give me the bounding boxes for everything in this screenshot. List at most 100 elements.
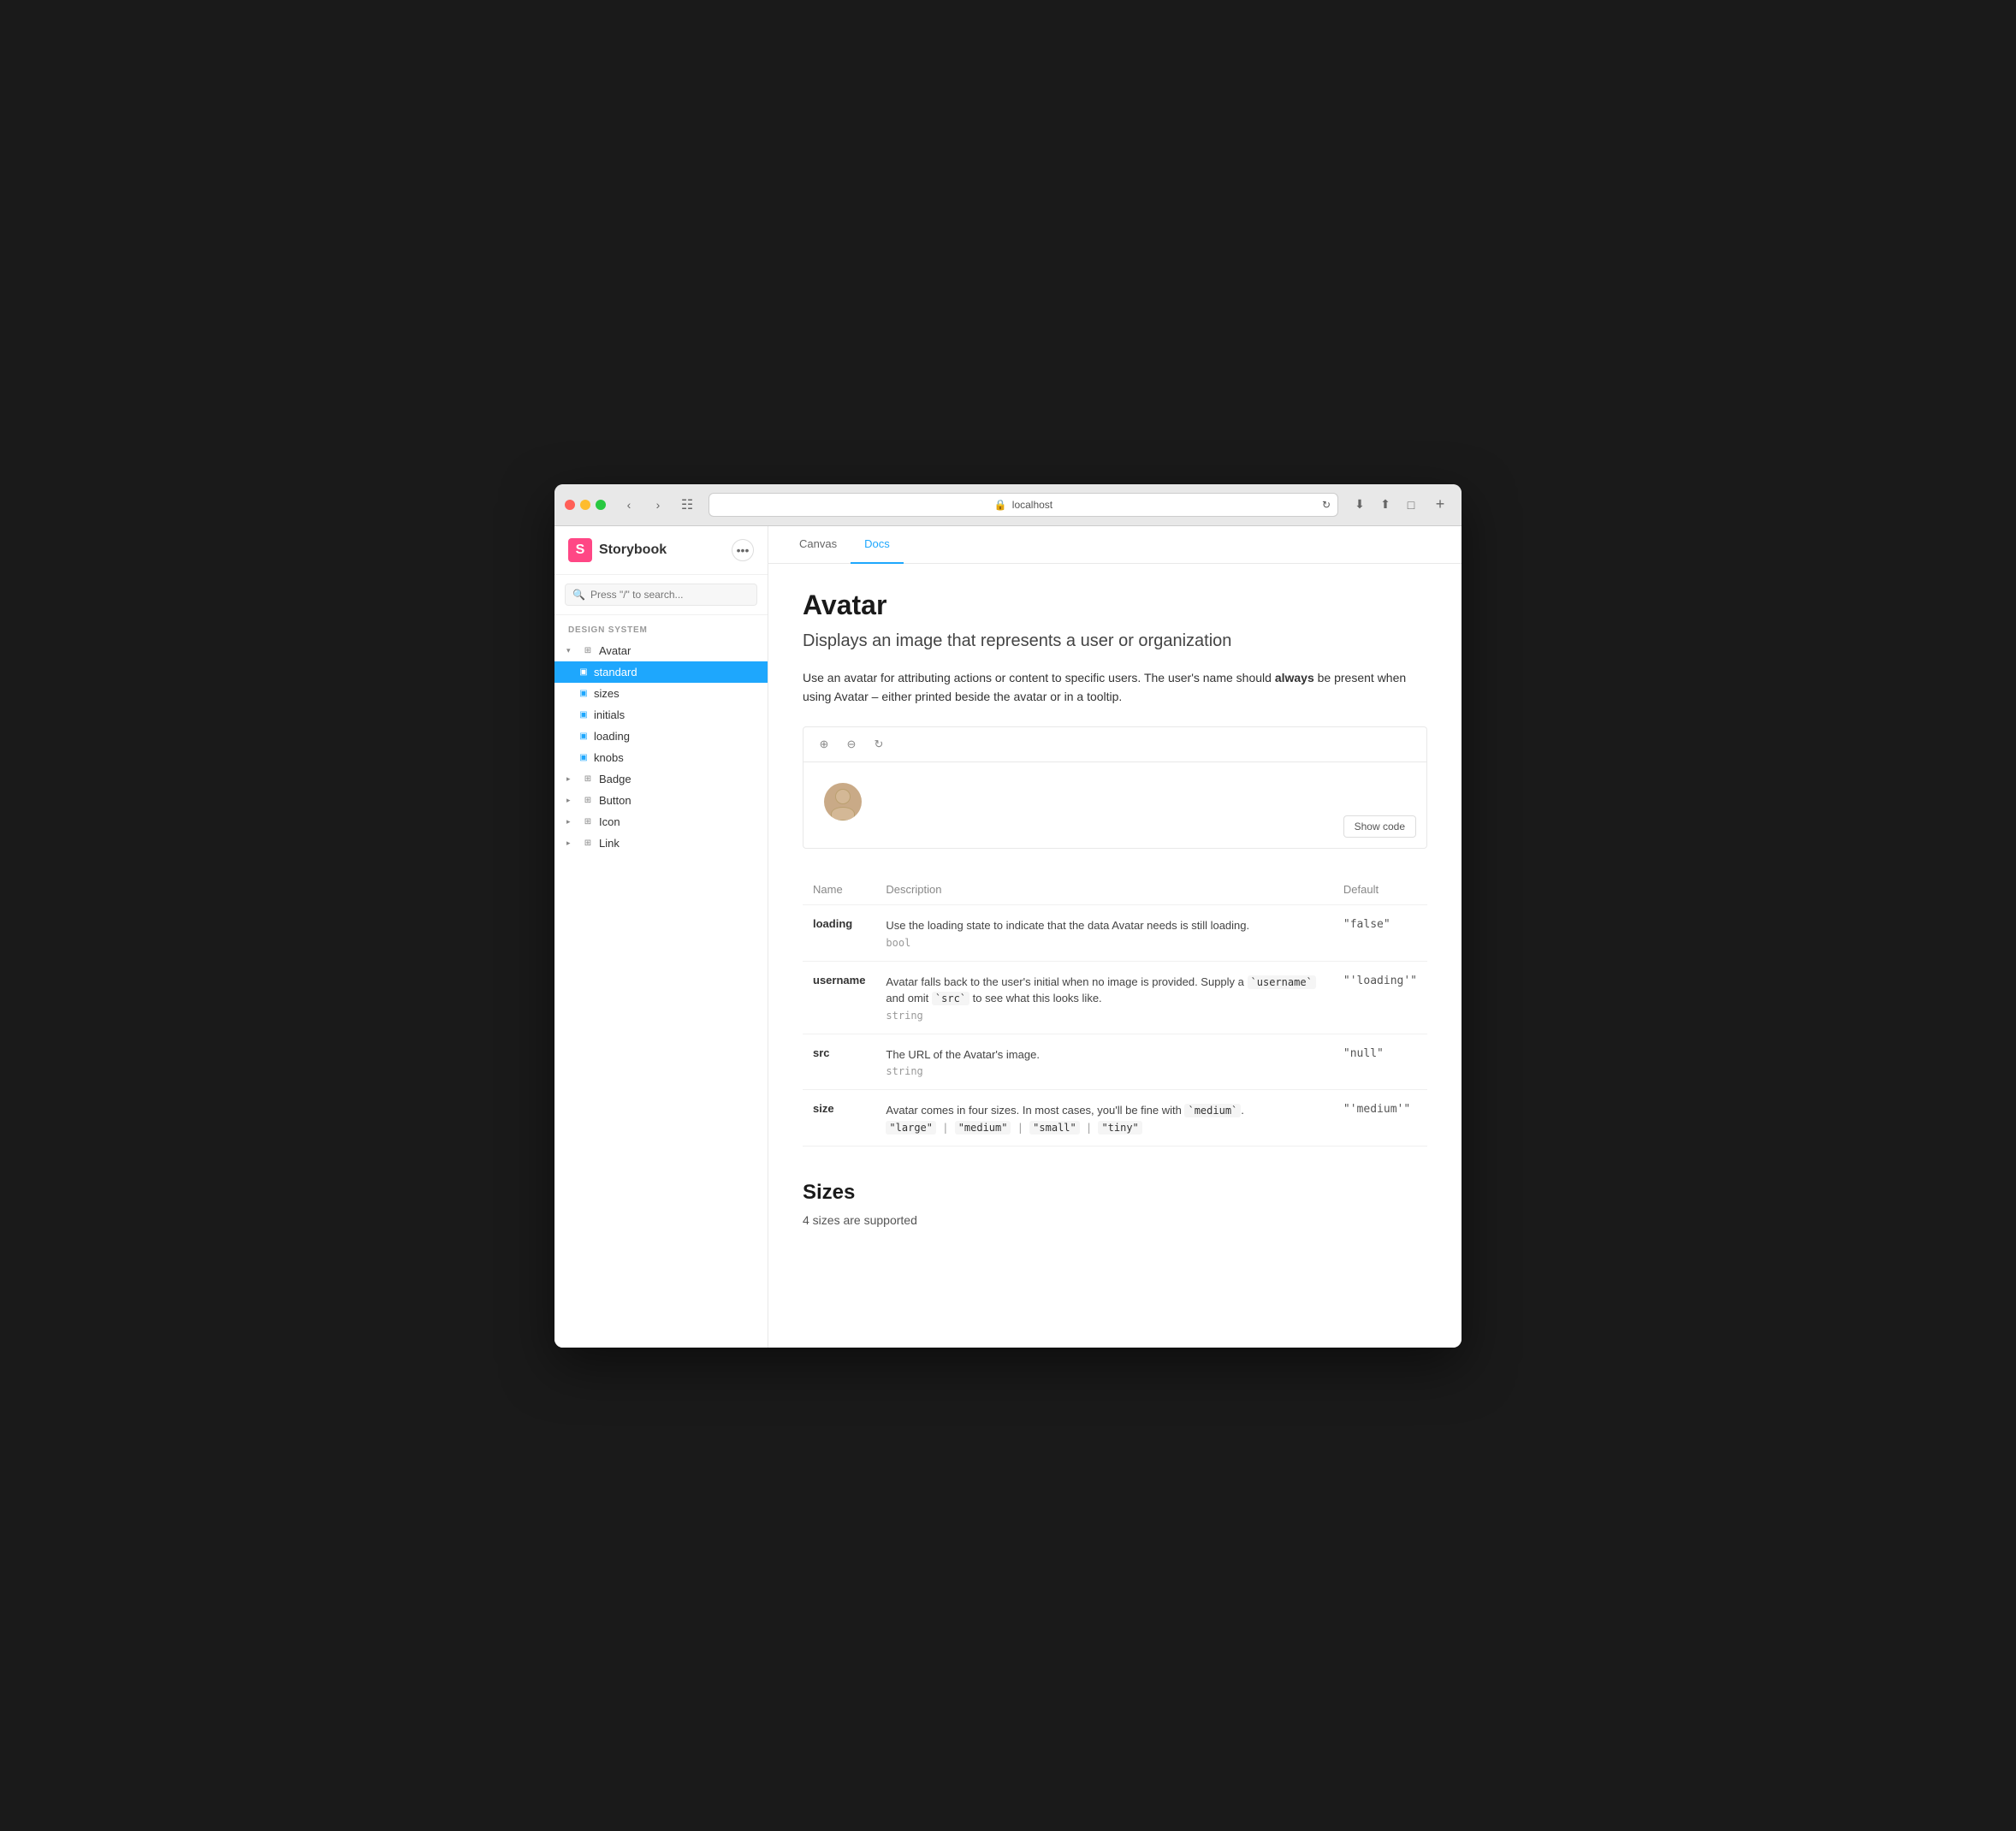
component-icon: ⊞ — [582, 774, 594, 784]
story-icon: ▣ — [578, 688, 589, 698]
prop-name: size — [813, 1102, 834, 1115]
prop-default: "null" — [1343, 1047, 1384, 1060]
col-name-header: Name — [803, 874, 875, 905]
col-default-header: Default — [1333, 874, 1427, 905]
prop-type: string — [886, 1065, 1322, 1077]
component-icon: ⊞ — [582, 646, 594, 655]
sidebar-toggle-button[interactable]: ☷ — [676, 494, 698, 516]
tab-canvas[interactable]: Canvas — [786, 526, 851, 564]
chevron-right-icon: ▸ — [566, 774, 577, 784]
table-row: username Avatar falls back to the user's… — [803, 961, 1427, 1034]
prop-description: Avatar falls back to the user's initial … — [886, 974, 1322, 1007]
logo-area: S Storybook — [568, 538, 667, 562]
search-icon: 🔍 — [572, 589, 585, 601]
component-icon: ⊞ — [582, 817, 594, 827]
add-tab-button[interactable]: + — [1429, 494, 1451, 516]
prop-type: bool — [886, 937, 1322, 949]
sidebar-header: S Storybook ••• — [554, 526, 768, 575]
zoom-in-button[interactable]: ⊕ — [814, 734, 834, 755]
description-bold: always — [1275, 671, 1314, 684]
share-button[interactable]: ⬆ — [1374, 494, 1396, 516]
prop-description: The URL of the Avatar's image. — [886, 1046, 1322, 1064]
docs-content: Avatar Displays an image that represents… — [768, 564, 1462, 1348]
avatar-head — [835, 789, 851, 804]
sidebar-item-label: sizes — [594, 687, 620, 700]
maximize-button[interactable] — [596, 500, 606, 510]
search-input[interactable] — [590, 589, 750, 601]
sidebar-item-link[interactable]: ▸ ⊞ Link — [554, 833, 768, 854]
sidebar-item-avatar[interactable]: ▾ ⊞ Avatar — [554, 640, 768, 661]
prop-name: src — [813, 1046, 830, 1059]
search-bar: 🔍 — [554, 575, 768, 615]
chevron-down-icon: ▾ — [566, 646, 577, 655]
prop-default: "'medium'" — [1343, 1103, 1410, 1116]
browser-actions: ⬇ ⬆ □ — [1349, 494, 1422, 516]
prop-name: loading — [813, 917, 852, 930]
sidebar-item-avatar-initials[interactable]: ▣ initials — [554, 704, 768, 726]
forward-button[interactable]: › — [647, 494, 669, 516]
sidebar-item-label: Badge — [599, 773, 631, 785]
sidebar-item-avatar-loading[interactable]: ▣ loading — [554, 726, 768, 747]
new-tab-button[interactable]: □ — [1400, 494, 1422, 516]
description-text-1: Use an avatar for attributing actions or… — [803, 671, 1275, 684]
story-preview: ⊕ ⊖ ↻ Show code — [803, 726, 1427, 849]
more-options-button[interactable]: ••• — [732, 539, 754, 561]
sidebar-item-label: Link — [599, 837, 620, 850]
story-icon: ▣ — [578, 709, 589, 720]
component-description: Use an avatar for attributing actions or… — [803, 668, 1427, 707]
url-bar: 🔒 localhost ↻ — [709, 493, 1338, 517]
chevron-right-icon: ▸ — [566, 817, 577, 827]
sidebar-item-button[interactable]: ▸ ⊞ Button — [554, 790, 768, 811]
close-button[interactable] — [565, 500, 575, 510]
sidebar-item-avatar-knobs[interactable]: ▣ knobs — [554, 747, 768, 768]
traffic-lights — [565, 500, 606, 510]
story-canvas: Show code — [803, 762, 1426, 848]
sidebar-item-label: loading — [594, 730, 630, 743]
search-input-wrap: 🔍 — [565, 584, 757, 606]
nav-section-label: DESIGN SYSTEM — [554, 615, 768, 640]
component-icon: ⊞ — [582, 838, 594, 848]
lock-icon: 🔒 — [994, 499, 1007, 511]
sidebar-item-label: initials — [594, 708, 625, 721]
story-toolbar: ⊕ ⊖ ↻ — [803, 727, 1426, 762]
browser-chrome: ‹ › ☷ 🔒 localhost ↻ ⬇ ⬆ □ + — [554, 484, 1462, 526]
tab-canvas-label: Canvas — [799, 537, 837, 550]
main-content: Canvas Docs Avatar Displays an image tha… — [768, 526, 1462, 1348]
col-description-header: Description — [875, 874, 1332, 905]
story-icon: ▣ — [578, 731, 589, 741]
component-icon: ⊞ — [582, 796, 594, 805]
table-row: loading Use the loading state to indicat… — [803, 905, 1427, 962]
zoom-out-button[interactable]: ⊖ — [841, 734, 862, 755]
sidebar-item-label: Avatar — [599, 644, 631, 657]
sidebar-item-avatar-standard[interactable]: ▣ standard — [554, 661, 768, 683]
tab-docs[interactable]: Docs — [851, 526, 904, 564]
component-title: Avatar — [803, 590, 1427, 621]
sizes-section-title: Sizes — [803, 1181, 1427, 1205]
reload-button[interactable]: ↻ — [1322, 499, 1331, 511]
props-table: Name Description Default loading Use the… — [803, 874, 1427, 1147]
chevron-right-icon: ▸ — [566, 838, 577, 848]
url-text: localhost — [1012, 499, 1052, 511]
sidebar-item-label: knobs — [594, 751, 624, 764]
sidebar: S Storybook ••• 🔍 DESIGN SYSTEM ▾ ⊞ Avat… — [554, 526, 768, 1348]
sidebar-item-badge[interactable]: ▸ ⊞ Badge — [554, 768, 768, 790]
sidebar-item-icon[interactable]: ▸ ⊞ Icon — [554, 811, 768, 833]
chevron-right-icon: ▸ — [566, 796, 577, 805]
sidebar-item-avatar-sizes[interactable]: ▣ sizes — [554, 683, 768, 704]
minimize-button[interactable] — [580, 500, 590, 510]
table-row: size Avatar comes in four sizes. In most… — [803, 1090, 1427, 1147]
show-code-button[interactable]: Show code — [1343, 815, 1416, 838]
sidebar-item-label: standard — [594, 666, 637, 678]
prop-name: username — [813, 974, 865, 987]
sidebar-item-label: Icon — [599, 815, 620, 828]
prop-type: "large" | "medium" | "small" | "tiny" — [886, 1122, 1322, 1134]
tab-docs-label: Docs — [864, 537, 890, 550]
sidebar-item-label: Button — [599, 794, 631, 807]
table-row: src The URL of the Avatar's image. strin… — [803, 1034, 1427, 1090]
app-container: S Storybook ••• 🔍 DESIGN SYSTEM ▾ ⊞ Avat… — [554, 526, 1462, 1348]
avatar — [824, 783, 862, 821]
zoom-reset-button[interactable]: ↻ — [869, 734, 889, 755]
back-button[interactable]: ‹ — [618, 494, 640, 516]
download-button[interactable]: ⬇ — [1349, 494, 1371, 516]
avatar-body — [831, 807, 855, 821]
